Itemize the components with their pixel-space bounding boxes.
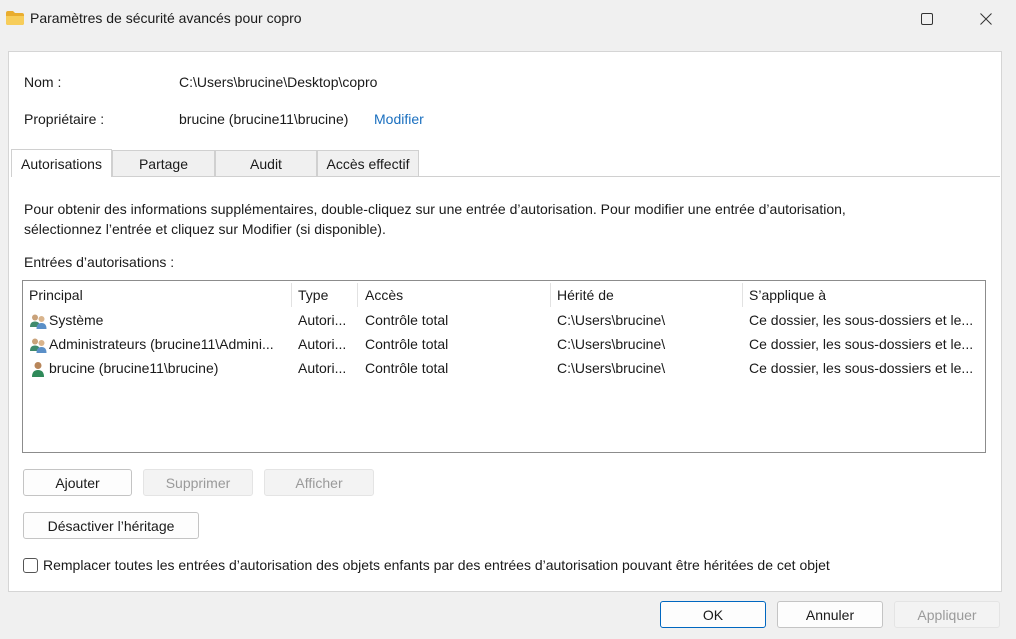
owner-value: brucine (brucine11\brucine)	[179, 111, 349, 127]
column-header-principal[interactable]: Principal	[29, 281, 83, 309]
entries-label: Entrées d’autorisations :	[24, 254, 175, 270]
name-value: C:\Users\brucine\Desktop\copro	[179, 74, 378, 90]
replace-child-permissions-checkbox[interactable]	[23, 558, 38, 573]
permission-row[interactable]: Administrateurs (brucine11\Admini... Aut…	[23, 333, 985, 357]
row-applies-to: Ce dossier, les sous-dossiers et le...	[749, 312, 974, 328]
owner-change-link[interactable]: Modifier	[374, 111, 424, 127]
row-inherited-from: C:\Users\brucine\	[557, 312, 666, 328]
row-principal: Administrateurs (brucine11\Admini...	[49, 336, 274, 352]
description-line-2: sélectionnez l’entrée et cliquez sur Mod…	[24, 221, 386, 237]
title-bar: Paramètres de sécurité avancés pour copr…	[0, 0, 1016, 38]
maximize-icon	[921, 13, 933, 25]
row-access: Contrôle total	[365, 360, 449, 376]
row-access: Contrôle total	[365, 336, 449, 352]
users-group-icon	[30, 338, 47, 353]
row-type: Autori...	[298, 360, 347, 376]
name-label: Nom :	[24, 74, 62, 90]
apply-button[interactable]: Appliquer	[894, 601, 1000, 628]
column-separator	[550, 283, 551, 307]
column-separator	[357, 283, 358, 307]
row-type: Autori...	[298, 336, 347, 352]
row-access: Contrôle total	[365, 312, 449, 328]
remove-button[interactable]: Supprimer	[143, 469, 253, 496]
column-separator	[291, 283, 292, 307]
permissions-description: Pour obtenir des informations supplément…	[24, 199, 954, 239]
permission-row[interactable]: brucine (brucine11\brucine) Autori... Co…	[23, 357, 985, 381]
column-separator	[742, 283, 743, 307]
row-principal: brucine (brucine11\brucine)	[49, 360, 219, 376]
column-header-inherited-from[interactable]: Hérité de	[557, 281, 614, 309]
column-header-applies-to[interactable]: S’applique à	[749, 281, 826, 309]
row-applies-to: Ce dossier, les sous-dossiers et le...	[749, 360, 974, 376]
ok-button[interactable]: OK	[660, 601, 766, 628]
view-button[interactable]: Afficher	[264, 469, 374, 496]
row-applies-to: Ce dossier, les sous-dossiers et le...	[749, 336, 974, 352]
row-principal: Système	[49, 312, 104, 328]
disable-inheritance-button[interactable]: Désactiver l’héritage	[23, 512, 199, 539]
permission-row[interactable]: Système Autori... Contrôle total C:\User…	[23, 309, 985, 333]
column-header-type[interactable]: Type	[298, 281, 328, 309]
close-button[interactable]	[963, 0, 1009, 38]
description-line-1: Pour obtenir des informations supplément…	[24, 201, 846, 217]
maximize-button[interactable]	[904, 0, 950, 38]
users-group-icon	[30, 314, 47, 329]
tab-partage[interactable]: Partage	[112, 150, 215, 176]
window-title: Paramètres de sécurité avancés pour copr…	[30, 10, 302, 26]
tab-acces-effectif[interactable]: Accès effectif	[317, 150, 419, 176]
add-button[interactable]: Ajouter	[23, 469, 132, 496]
user-icon	[32, 362, 44, 377]
row-inherited-from: C:\Users\brucine\	[557, 360, 666, 376]
tab-audit[interactable]: Audit	[215, 150, 317, 176]
permissions-list[interactable]: Principal Type Accès Hérité de S’appliqu…	[22, 280, 986, 453]
folder-icon	[6, 11, 24, 25]
replace-child-permissions-label[interactable]: Remplacer toutes les entrées d’autorisat…	[43, 557, 830, 573]
tabs-divider	[112, 176, 1000, 177]
column-header-access[interactable]: Accès	[365, 281, 403, 309]
tab-autorisations[interactable]: Autorisations	[11, 149, 112, 177]
row-inherited-from: C:\Users\brucine\	[557, 336, 666, 352]
row-type: Autori...	[298, 312, 347, 328]
close-icon	[980, 13, 992, 25]
owner-label: Propriétaire :	[24, 111, 105, 127]
cancel-button[interactable]: Annuler	[777, 601, 883, 628]
